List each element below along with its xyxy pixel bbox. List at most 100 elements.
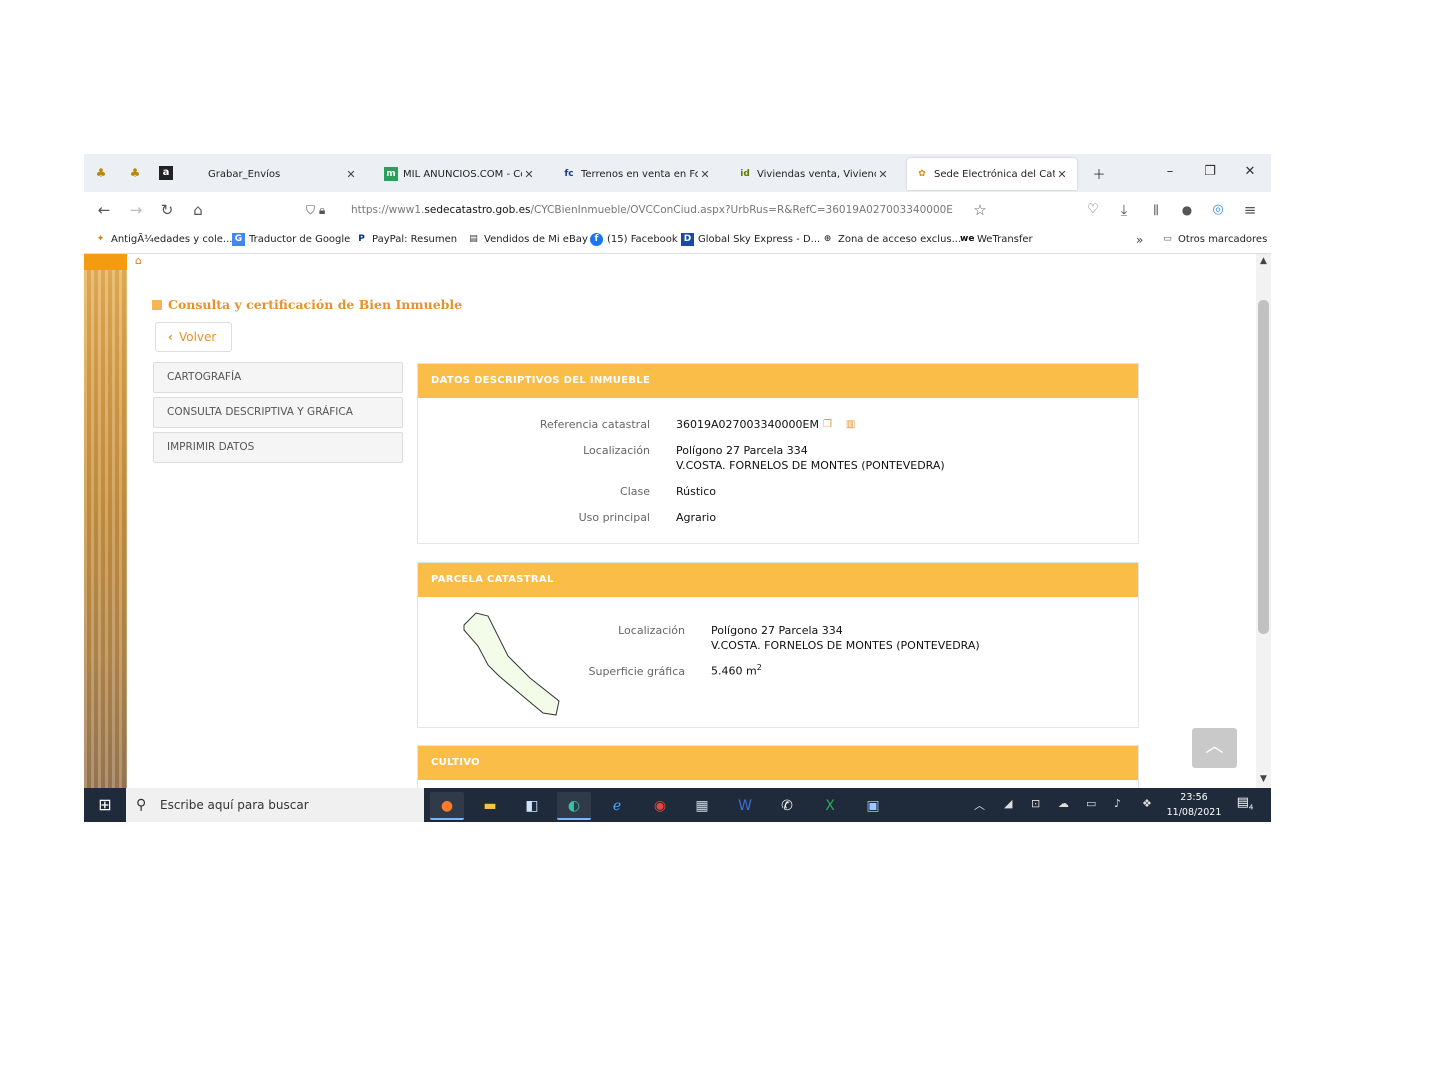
close-icon[interactable]: ✕ xyxy=(876,168,890,181)
wetransfer-icon: we xyxy=(960,234,975,244)
bookmark-label: WeTransfer xyxy=(977,234,1033,245)
search-placeholder: Escribe aquí para buscar xyxy=(160,798,309,812)
taskbar-word[interactable]: W xyxy=(728,792,762,820)
menu-imprimir-datos[interactable]: IMPRIMIR DATOS xyxy=(153,432,403,463)
scroll-to-top-button[interactable]: ︿ xyxy=(1192,728,1237,768)
menu-label: IMPRIMIR DATOS xyxy=(167,441,255,453)
tab-milanuncios[interactable]: m MIL ANUNCIOS.COM - Con ✕ xyxy=(376,158,544,190)
back-button[interactable]: ← xyxy=(94,200,114,220)
copy-icon[interactable]: ❐ xyxy=(823,419,832,430)
panel-header: CULTIVO xyxy=(418,746,1138,780)
network-icon[interactable]: ◢ xyxy=(1004,797,1012,810)
scroll-up-icon[interactable]: ▲ xyxy=(1256,256,1271,266)
notifications-icon: ▤ xyxy=(1236,795,1249,810)
search-icon: ⚲ xyxy=(136,797,147,813)
whatsapp-icon: ✆ xyxy=(781,798,793,814)
clock-time: 23:56 xyxy=(1180,792,1208,803)
tray-overflow-button[interactable]: ︿ xyxy=(974,797,985,813)
chevron-double-right-icon: » xyxy=(1136,233,1144,247)
pocket-icon: ♡ xyxy=(1087,202,1099,217)
superficie-number: 5.460 m xyxy=(711,664,757,678)
menu-cartografia[interactable]: CARTOGRAFÍA xyxy=(153,362,403,393)
restore-button[interactable]: ❐ xyxy=(1200,164,1220,179)
window-close-button[interactable]: ✕ xyxy=(1240,164,1260,179)
tab-grabar-envios[interactable]: Grabar_Envíos ✕ xyxy=(200,158,366,190)
bookmark-item[interactable]: G Traductor de Google xyxy=(232,233,350,246)
taskbar-whatsapp[interactable]: ✆ xyxy=(770,792,804,820)
notifications-button[interactable]: ▤4 xyxy=(1234,795,1256,815)
account-icon: ● xyxy=(1181,203,1193,217)
reload-icon: ↻ xyxy=(160,201,174,219)
taskbar-clock[interactable]: 23:56 11/08/2021 xyxy=(1164,790,1224,820)
forward-button[interactable]: → xyxy=(126,200,146,220)
chevron-left-icon: ‹ xyxy=(168,330,173,344)
more-bookmarks-button[interactable]: » xyxy=(1136,233,1143,247)
taskbar-search[interactable]: ⚲ Escribe aquí para buscar xyxy=(126,788,424,822)
bookmark-item[interactable]: ▤ Vendidos de Mi eBay xyxy=(467,233,588,246)
new-tab-button[interactable]: ＋ xyxy=(1089,164,1109,183)
taskbar-store[interactable]: ◧ xyxy=(515,792,549,820)
extension-button[interactable]: ◎ xyxy=(1208,200,1228,220)
tab-idealista[interactable]: id Viviendas venta, Viviendas a ✕ xyxy=(730,158,898,190)
bookmark-item[interactable]: f (15) Facebook xyxy=(590,233,678,246)
taskbar-app[interactable]: ▣ xyxy=(856,792,890,820)
bookmark-item[interactable]: ⊕ Zona de acceso exclus... xyxy=(821,233,961,246)
close-icon[interactable]: ✕ xyxy=(1055,168,1069,181)
tray-app-icon[interactable]: ⊡ xyxy=(1031,797,1040,810)
excel-icon: X xyxy=(825,798,835,814)
home-icon[interactable]: ⌂ xyxy=(135,254,142,267)
chrome-icon: ◉ xyxy=(653,798,667,814)
barcode-icon[interactable]: ▥ xyxy=(846,419,855,430)
bookmark-item[interactable]: P PayPal: Resumen xyxy=(355,233,457,246)
close-icon[interactable]: ✕ xyxy=(344,168,358,181)
start-button[interactable]: ⊞ xyxy=(84,788,126,822)
dropbox-icon[interactable]: ❖ xyxy=(1142,797,1152,810)
downloads-button[interactable]: ⤓ xyxy=(1114,200,1134,220)
minimize-button[interactable]: – xyxy=(1160,164,1180,179)
taskbar-ie[interactable]: ℯ xyxy=(600,792,634,820)
download-icon: ⤓ xyxy=(1120,201,1128,219)
back-volver-button[interactable]: ‹ Volver xyxy=(155,322,232,352)
vertical-scrollbar[interactable]: ▲ ▼ xyxy=(1256,254,1271,788)
pinned-tab-1[interactable]: ♣ xyxy=(90,162,112,184)
reload-button[interactable]: ↻ xyxy=(157,200,177,220)
tab-catastro[interactable]: ✿ Sede Electrónica del Catastr ✕ xyxy=(907,158,1077,190)
idealista-icon: id xyxy=(740,169,750,179)
bookmark-item[interactable]: ✦ AntigÃ¼edades y cole... xyxy=(94,233,233,246)
scroll-down-icon[interactable]: ▼ xyxy=(1256,774,1271,784)
menu-button[interactable]: ≡ xyxy=(1240,200,1260,220)
bookmark-star-button[interactable]: ☆ xyxy=(970,200,990,220)
pinned-tab-2[interactable]: ♣ xyxy=(124,162,146,184)
url-bar[interactable]: ⛉ 🔒︎ https://www1.sedecatastro.gob.es/CY… xyxy=(296,198,996,222)
taskbar-edge[interactable]: ◐ xyxy=(557,792,591,820)
scrollbar-thumb[interactable] xyxy=(1258,300,1269,634)
tab-fotocasa[interactable]: fc Terrenos en venta en Forne ✕ xyxy=(554,158,720,190)
bookmark-item[interactable]: D Global Sky Express - D... xyxy=(681,233,820,246)
taskbar-firefox[interactable]: ● xyxy=(430,792,464,820)
battery-icon[interactable]: ▭ xyxy=(1086,797,1096,810)
chevron-up-icon: ︿ xyxy=(1205,736,1224,757)
home-button[interactable]: ⌂ xyxy=(188,200,208,220)
milanuncios-icon: m xyxy=(384,167,398,181)
tab-bar: ♣ ♣ a Grabar_Envíos ✕ m MIL ANUNCIOS.COM… xyxy=(84,154,1271,192)
screen: ♣ ♣ a Grabar_Envíos ✕ m MIL ANUNCIOS.COM… xyxy=(84,154,1271,822)
taskbar-chrome[interactable]: ◉ xyxy=(643,792,677,820)
account-button[interactable]: ● xyxy=(1177,200,1197,220)
onedrive-icon[interactable]: ☁ xyxy=(1058,797,1069,810)
pinned-tab-amazon[interactable]: a xyxy=(159,166,173,180)
taskbar-file-explorer[interactable]: ▬ xyxy=(473,792,507,820)
loc-line2: V.COSTA. FORNELOS DE MONTES (PONTEVEDRA) xyxy=(676,459,945,472)
close-icon[interactable]: ✕ xyxy=(698,168,712,181)
bookmark-item[interactable]: we WeTransfer xyxy=(960,233,1033,246)
datos-descriptivos-panel: DATOS DESCRIPTIVOS DEL INMUEBLE Referenc… xyxy=(417,363,1139,544)
uso-value: Agrario xyxy=(676,511,717,524)
menu-consulta-descriptiva[interactable]: CONSULTA DESCRIPTIVA Y GRÁFICA xyxy=(153,397,403,428)
pocket-button[interactable]: ♡ xyxy=(1083,200,1103,220)
taskbar-excel[interactable]: X xyxy=(813,792,847,820)
bookmark-label: PayPal: Resumen xyxy=(372,234,458,245)
library-button[interactable]: ⫼ xyxy=(1146,200,1166,220)
volume-icon[interactable]: ♪ xyxy=(1114,797,1121,810)
taskbar-calculator[interactable]: ▦ xyxy=(685,792,719,820)
close-icon[interactable]: ✕ xyxy=(522,168,536,181)
other-bookmarks-folder[interactable]: ▭ Otros marcadores xyxy=(1161,233,1267,246)
